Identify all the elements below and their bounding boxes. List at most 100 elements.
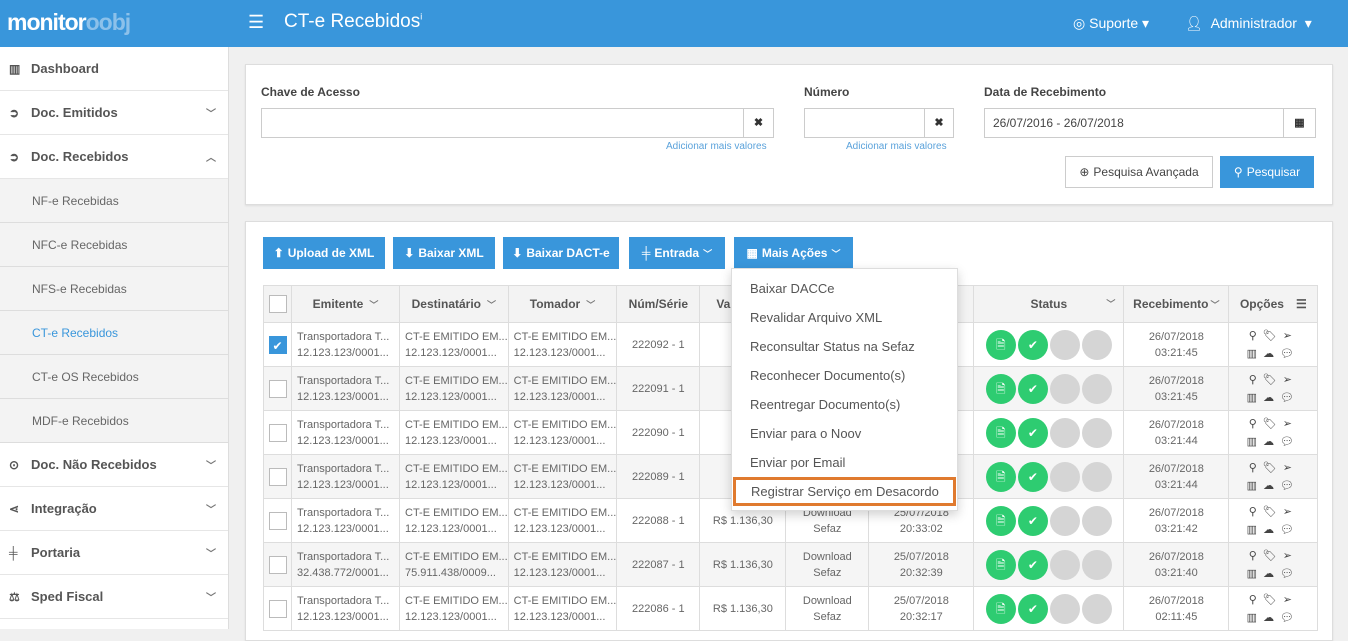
search-icon[interactable]: ⚲ bbox=[1249, 330, 1263, 342]
row-checkbox[interactable] bbox=[268, 599, 287, 618]
chave-input[interactable] bbox=[261, 108, 744, 138]
column-header-tomador[interactable]: Tomador ﹀ bbox=[507, 285, 618, 323]
search-icon[interactable]: ⚲ bbox=[1249, 462, 1263, 474]
cloud-upload-icon[interactable]: ☁ bbox=[1263, 568, 1280, 580]
map-icon[interactable]: ▥ bbox=[1247, 348, 1263, 360]
cloud-upload-icon[interactable]: ☁ bbox=[1263, 436, 1280, 448]
document-status-icon[interactable]: 🗎︎ bbox=[985, 505, 1016, 536]
tag-icon[interactable]: 🏷︎ bbox=[1263, 374, 1283, 386]
cloud-upload-icon[interactable]: ☁ bbox=[1263, 348, 1280, 360]
check-status-icon[interactable]: ✔ bbox=[1017, 505, 1048, 536]
row-checkbox[interactable] bbox=[268, 423, 287, 442]
send-icon[interactable]: ➢ bbox=[1283, 462, 1298, 474]
dropdown-item[interactable]: Registrar Serviço em Desacordo bbox=[733, 477, 956, 506]
check-status-icon[interactable]: ✔ bbox=[1017, 461, 1048, 492]
logo[interactable]: monitoroobj bbox=[7, 9, 131, 36]
sidebar-subitem-nfce[interactable]: NFC-e Recebidas bbox=[0, 223, 228, 267]
check-status-icon[interactable]: ✔ bbox=[1017, 593, 1048, 624]
mais-acoes-button[interactable]: ▦ Mais Ações ﹀ bbox=[734, 237, 853, 269]
baixar-xml-button[interactable]: ⬇ Baixar XML bbox=[393, 237, 495, 269]
check-status-icon[interactable]: ✔ bbox=[1017, 373, 1048, 404]
column-header-emitente[interactable]: Emitente ﹀ bbox=[291, 285, 400, 323]
cloud-upload-icon[interactable]: ☁ bbox=[1263, 480, 1280, 492]
row-checkbox[interactable]: ✔ bbox=[268, 335, 287, 354]
numero-input[interactable] bbox=[804, 108, 925, 138]
table-row[interactable]: Transportadora T... 32.438.772/0001... CT… bbox=[263, 542, 1319, 587]
send-icon[interactable]: ➢ bbox=[1283, 374, 1298, 386]
check-status-icon[interactable]: ✔ bbox=[1017, 329, 1048, 360]
tag-icon[interactable]: 🏷︎ bbox=[1263, 550, 1283, 562]
column-header-status[interactable]: Status ﹀ bbox=[973, 285, 1125, 323]
column-menu-icon[interactable]: ☰ bbox=[1296, 297, 1307, 311]
clear-numero-icon[interactable]: ✖ bbox=[924, 108, 954, 138]
clear-chave-icon[interactable]: ✖ bbox=[743, 108, 774, 138]
document-status-icon[interactable]: 🗎︎ bbox=[985, 417, 1016, 448]
send-icon[interactable]: ➢ bbox=[1283, 330, 1298, 342]
search-button[interactable]: ⚲ Pesquisar bbox=[1220, 156, 1314, 188]
tag-icon[interactable]: 🏷︎ bbox=[1263, 330, 1283, 342]
sidebar-item-integracao[interactable]: ⋖ Integração ﹀ bbox=[0, 487, 228, 531]
dropdown-item[interactable]: Baixar DACCe bbox=[732, 274, 957, 303]
cloud-upload-icon[interactable]: ☁ bbox=[1263, 392, 1280, 404]
row-checkbox[interactable] bbox=[268, 511, 287, 530]
comment-icon[interactable]: 💬︎ bbox=[1280, 612, 1300, 624]
sidebar-subitem-nfe[interactable]: NF-e Recebidas bbox=[0, 179, 228, 223]
menu-toggle-icon[interactable]: ☰ bbox=[248, 12, 264, 33]
column-header-recebimento[interactable]: Recebimento ﹀ bbox=[1123, 285, 1230, 323]
dropdown-item[interactable]: Enviar por Email bbox=[732, 448, 957, 477]
document-status-icon[interactable]: 🗎︎ bbox=[985, 373, 1016, 404]
send-icon[interactable]: ➢ bbox=[1283, 594, 1298, 606]
comment-icon[interactable]: 💬︎ bbox=[1280, 524, 1300, 536]
chave-add-more-link[interactable]: Adicionar mais valores bbox=[666, 141, 767, 152]
send-icon[interactable]: ➢ bbox=[1283, 550, 1298, 562]
sidebar-subitem-mdfe[interactable]: MDF-e Recebidos bbox=[0, 399, 228, 443]
check-status-icon[interactable]: ✔ bbox=[1017, 549, 1048, 580]
calendar-icon[interactable]: ▦ bbox=[1283, 108, 1316, 138]
send-icon[interactable]: ➢ bbox=[1283, 506, 1298, 518]
map-icon[interactable]: ▥ bbox=[1247, 392, 1263, 404]
tag-icon[interactable]: 🏷︎ bbox=[1263, 506, 1283, 518]
tag-icon[interactable]: 🏷︎ bbox=[1263, 418, 1283, 430]
sidebar-subitem-cte[interactable]: CT-e Recebidos bbox=[0, 311, 228, 355]
column-header-opcoes[interactable]: Opções ☰ bbox=[1228, 285, 1319, 323]
search-icon[interactable]: ⚲ bbox=[1249, 374, 1263, 386]
map-icon[interactable]: ▥ bbox=[1247, 524, 1263, 536]
search-icon[interactable]: ⚲ bbox=[1249, 594, 1263, 606]
data-range-input[interactable] bbox=[984, 108, 1284, 138]
sidebar-item-doc-recebidos[interactable]: ➲ Doc. Recebidos ︿ bbox=[0, 135, 228, 179]
upload-xml-button[interactable]: ⬆ Upload de XML bbox=[263, 237, 385, 269]
column-header-destinatario[interactable]: Destinatário ﹀ bbox=[399, 285, 509, 323]
sidebar-item-doc-emitidos[interactable]: ➲ Doc. Emitidos ﹀ bbox=[0, 91, 228, 135]
map-icon[interactable]: ▥ bbox=[1247, 480, 1263, 492]
map-icon[interactable]: ▥ bbox=[1247, 612, 1263, 624]
dropdown-item[interactable]: Revalidar Arquivo XML bbox=[732, 303, 957, 332]
sidebar-item-dashboard[interactable]: ▥ Dashboard bbox=[0, 47, 228, 91]
sidebar-subitem-cte-os[interactable]: CT-e OS Recebidos bbox=[0, 355, 228, 399]
comment-icon[interactable]: 💬︎ bbox=[1280, 348, 1300, 360]
column-header-num-serie[interactable]: Núm/Série bbox=[616, 285, 701, 323]
comment-icon[interactable]: 💬︎ bbox=[1280, 392, 1300, 404]
dropdown-item[interactable]: Reconsultar Status na Sefaz bbox=[732, 332, 957, 361]
map-icon[interactable]: ▥ bbox=[1247, 568, 1263, 580]
dropdown-item[interactable]: Reentregar Documento(s) bbox=[732, 390, 957, 419]
select-all-checkbox[interactable] bbox=[268, 295, 287, 313]
dropdown-item[interactable]: Enviar para o Noov bbox=[732, 419, 957, 448]
info-icon[interactable]: i bbox=[420, 12, 422, 22]
tag-icon[interactable]: 🏷︎ bbox=[1263, 594, 1283, 606]
row-checkbox[interactable] bbox=[268, 379, 287, 398]
cloud-upload-icon[interactable]: ☁ bbox=[1263, 612, 1280, 624]
sidebar-item-portaria[interactable]: ╪ Portaria ﹀ bbox=[0, 531, 228, 575]
tag-icon[interactable]: 🏷︎ bbox=[1263, 462, 1283, 474]
document-status-icon[interactable]: 🗎︎ bbox=[985, 329, 1016, 360]
entrada-button[interactable]: ╪ Entrada ﹀ bbox=[629, 237, 725, 269]
document-status-icon[interactable]: 🗎︎ bbox=[985, 593, 1016, 624]
search-icon[interactable]: ⚲ bbox=[1249, 550, 1263, 562]
sidebar-item-sped-fiscal[interactable]: ⚖ Sped Fiscal ﹀ bbox=[0, 575, 228, 619]
row-checkbox[interactable] bbox=[268, 467, 287, 486]
check-status-icon[interactable]: ✔ bbox=[1017, 417, 1048, 448]
search-icon[interactable]: ⚲ bbox=[1249, 506, 1263, 518]
comment-icon[interactable]: 💬︎ bbox=[1280, 480, 1300, 492]
sidebar-item-doc-nao-recebidos[interactable]: ⊙ Doc. Não Recebidos ﹀ bbox=[0, 443, 228, 487]
dropdown-item[interactable]: Reconhecer Documento(s) bbox=[732, 361, 957, 390]
search-icon[interactable]: ⚲ bbox=[1249, 418, 1263, 430]
